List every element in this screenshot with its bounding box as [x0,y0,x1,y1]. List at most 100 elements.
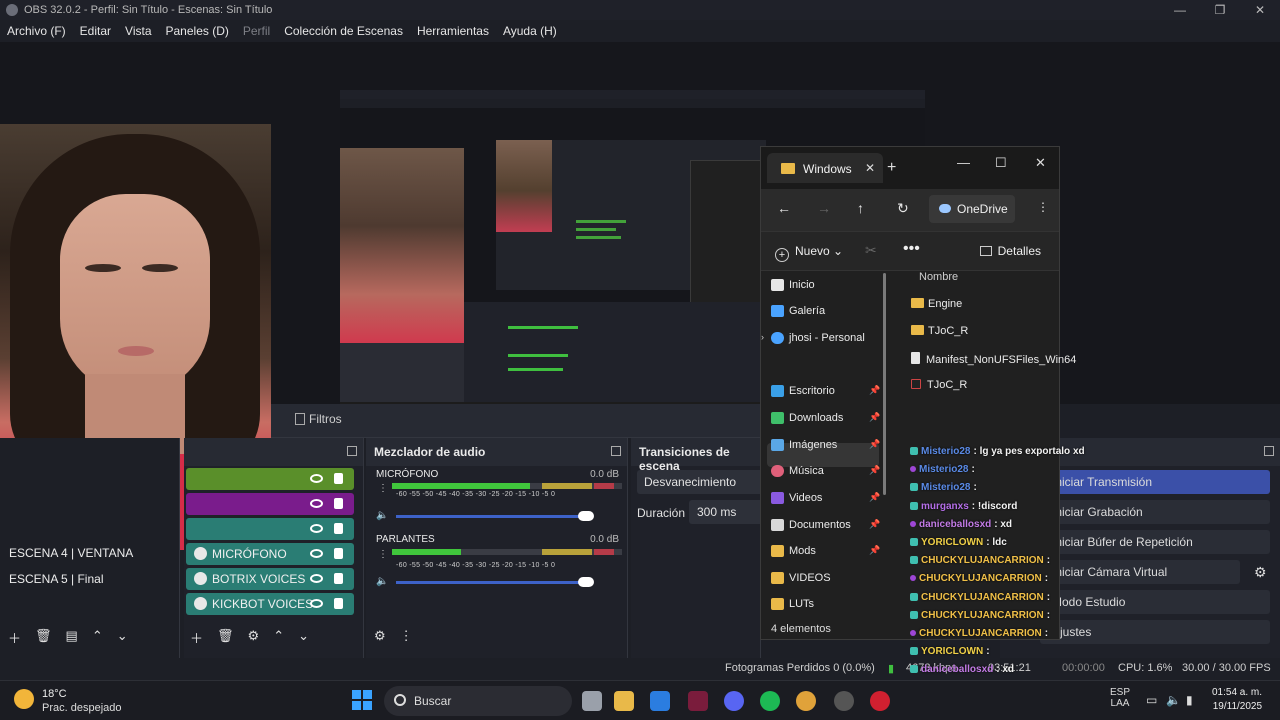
mixer-menu-icon[interactable]: ⋮ [400,628,413,650]
duration-input[interactable]: 300 ms [689,500,769,524]
sidebar-item-videos-folder[interactable]: VIDEOS [771,572,831,584]
expand-icon[interactable]: › [761,332,764,342]
cut-icon[interactable]: ✂ [865,242,877,259]
channel-menu-icon[interactable]: ⋮ [378,550,388,560]
lock-icon[interactable] [334,548,343,559]
source-item[interactable] [186,468,354,490]
volume-icon[interactable]: 🔈 [1166,693,1181,707]
remove-scene-icon[interactable]: 🗑 [35,628,52,650]
close-icon[interactable]: ✕ [1035,155,1046,171]
volume-slider[interactable] [396,577,594,587]
forward-icon[interactable]: → [817,200,831,216]
battery-icon[interactable]: ▮ [1186,693,1193,707]
details-button[interactable]: Detalles [979,244,1041,258]
channel-menu-icon[interactable]: ⋮ [378,484,388,494]
slider-knob[interactable] [578,511,594,521]
advanced-audio-icon[interactable]: ⚙ [374,628,386,650]
refresh-icon[interactable]: ↻ [897,200,909,217]
scene-item[interactable]: ESCENA 5 | Final [9,572,104,586]
explorer-tab[interactable]: Windows ✕ [767,153,883,183]
file-explorer-icon[interactable] [614,691,634,711]
sidebar-item-pictures[interactable]: Imágenes 📌 [771,439,880,451]
discord-icon[interactable] [724,691,744,711]
transition-select[interactable]: Desvanecimiento [637,470,767,494]
lock-icon[interactable] [334,473,343,484]
network-icon[interactable]: ▭ [1146,693,1157,707]
maximize-button[interactable]: ❐ [1200,0,1240,20]
more-icon[interactable]: ••• [903,240,920,258]
add-source-icon[interactable]: ＋ [190,628,203,650]
popout-icon[interactable] [611,446,621,456]
lock-icon[interactable] [334,598,343,609]
eye-icon[interactable] [310,549,323,558]
sidebar-item-documents[interactable]: Documentos 📌 [771,519,880,531]
minimize-button[interactable]: — [1160,0,1200,20]
source-item-botrix[interactable]: BOTRIX VOICES [186,568,354,590]
sidebar-item-mods[interactable]: Mods 📌 [771,545,880,557]
chrome-icon[interactable] [796,691,816,711]
source-item[interactable] [186,493,354,515]
popout-icon[interactable] [347,446,357,456]
lock-icon[interactable] [334,523,343,534]
lock-icon[interactable] [334,573,343,584]
nav-more-icon[interactable]: ⋮ [1037,200,1049,214]
sidebar-item-desktop[interactable]: Escritorio 📌 [771,385,880,397]
app-icon[interactable] [688,691,708,711]
sidebar-item-videos[interactable]: Videos 📌 [771,492,880,504]
eye-icon[interactable] [310,599,323,608]
sidebar-scrollbar[interactable] [883,273,886,495]
remove-source-icon[interactable]: 🗑 [217,628,234,650]
menu-help[interactable]: Ayuda (H) [496,24,564,38]
task-view-icon[interactable] [582,691,602,711]
file-item[interactable]: TJoC_R [911,325,968,337]
move-up-icon[interactable]: ⌃ [92,628,103,650]
maximize-icon[interactable]: ☐ [995,155,1007,171]
taskbar-search[interactable]: Buscar [384,686,572,716]
start-button[interactable] [352,690,372,710]
menu-file[interactable]: Archivo (F) [0,24,73,38]
taskbar-clock[interactable]: 01:54 a. m. 19/11/2025 [1212,686,1262,714]
minimize-icon[interactable]: — [957,155,970,170]
address-bar[interactable]: OneDrive [929,195,1015,223]
lock-icon[interactable] [334,498,343,509]
eye-icon[interactable] [310,474,323,483]
filters-button[interactable]: Filtros [295,412,342,426]
scene-filters-icon[interactable]: ▤ [66,628,78,650]
menu-view[interactable]: Vista [118,24,158,38]
add-scene-icon[interactable]: ＋ [8,628,21,650]
move-down-icon[interactable]: ⌄ [298,628,309,650]
gear-icon[interactable]: ⚙ [1254,564,1267,581]
menu-edit[interactable]: Editar [73,24,118,38]
sidebar-item-downloads[interactable]: Downloads 📌 [771,412,880,424]
sidebar-item-onedrive[interactable]: › jhosi - Personal [761,332,865,344]
slider-knob[interactable] [578,577,594,587]
opera-icon[interactable] [870,691,890,711]
close-button[interactable]: ✕ [1240,0,1280,20]
close-tab-icon[interactable]: ✕ [865,161,875,175]
sidebar-item-home[interactable]: Inicio [771,279,815,291]
sidebar-item-luts[interactable]: LUTs [771,598,814,610]
popout-icon[interactable] [1264,446,1274,456]
source-item-microphone[interactable]: MICRÓFONO [186,543,354,565]
menu-docks[interactable]: Paneles (D) [159,24,236,38]
obs-icon[interactable] [834,691,854,711]
file-item[interactable]: Engine [911,298,962,310]
store-icon[interactable] [650,691,670,711]
speaker-icon[interactable]: 🔈 [376,510,388,521]
move-down-icon[interactable]: ⌄ [117,628,128,650]
eye-icon[interactable] [310,574,323,583]
file-item[interactable]: Manifest_NonUFSFiles_Win64 [911,352,1076,366]
new-tab-icon[interactable]: + [887,159,896,177]
new-button[interactable]: + Nuevo ⌄ [775,244,843,262]
eye-icon[interactable] [310,524,323,533]
source-item[interactable] [186,518,354,540]
volume-slider[interactable] [396,511,594,521]
language-indicator[interactable]: ESP LAA [1110,687,1130,709]
source-properties-icon[interactable]: ⚙ [248,628,260,650]
up-icon[interactable]: ↑ [857,200,864,216]
menu-scene-collection[interactable]: Colección de Escenas [277,24,410,38]
menu-tools[interactable]: Herramientas [410,24,496,38]
file-item[interactable]: TJoC_R [911,379,967,391]
move-up-icon[interactable]: ⌃ [273,628,284,650]
column-header-name[interactable]: Nombre [919,271,958,283]
